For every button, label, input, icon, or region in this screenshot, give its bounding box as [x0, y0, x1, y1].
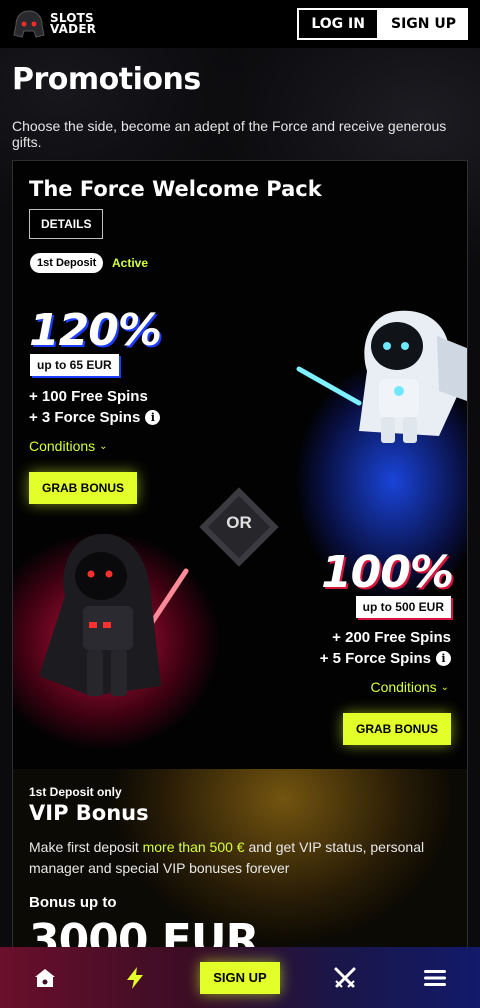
crossed-swords-icon: [334, 967, 356, 988]
nav-home[interactable]: [21, 958, 69, 998]
bottom-nav: SIGN UP: [0, 947, 480, 1008]
deposit-pill: 1st Deposit: [30, 253, 104, 273]
page-title: Promotions: [12, 62, 201, 97]
dark-offer-line-2: + 5 Force Spins: [319, 650, 431, 667]
vip-bonus-label: Bonus up to: [29, 894, 117, 911]
details-button[interactable]: DETAILS: [29, 209, 104, 239]
light-offer-upto: up to 65 EUR: [30, 354, 119, 376]
status-badge: Active: [112, 256, 149, 270]
vip-description: Make first deposit more than 500 € and g…: [29, 837, 449, 879]
light-offer-free-spins: + 100 Free Spins: [29, 388, 148, 405]
nav-signup-button[interactable]: SIGN UP: [200, 961, 280, 994]
login-button[interactable]: LOG IN: [297, 8, 379, 40]
logo-line-2: VADER: [50, 22, 97, 36]
light-offer-line-2: + 3 Force Spins: [29, 409, 141, 426]
dark-knight-illustration: [39, 533, 189, 696]
nav-menu[interactable]: [411, 958, 459, 998]
auth-buttons: LOG IN SIGN UP: [297, 8, 468, 40]
vip-bonus-section: 1st Deposit only VIP Bonus Make first de…: [13, 769, 467, 959]
vip-text-highlight: more than 500 €: [142, 839, 245, 855]
info-icon[interactable]: i: [145, 410, 161, 425]
light-conditions-label: Conditions: [29, 438, 96, 454]
page-subtitle: Choose the side, become an adept of the …: [12, 118, 447, 150]
dark-offer-upto: up to 500 EUR: [355, 596, 451, 618]
dark-conditions-toggle[interactable]: Conditions ⌄: [370, 679, 449, 695]
dark-conditions-label: Conditions: [370, 679, 437, 695]
dark-offer-line-1: + 200 Free Spins: [332, 629, 451, 646]
light-knight-illustration: [296, 310, 467, 443]
nav-games[interactable]: [321, 958, 369, 998]
chevron-down-icon: ⌄: [99, 440, 108, 452]
site-logo[interactable]: SLOTS VADER: [12, 9, 96, 39]
grab-bonus-dark-button[interactable]: GRAB BONUS: [342, 713, 451, 745]
vip-deposit-label: 1st Deposit only: [29, 785, 122, 799]
light-offer-force-spins: + 3 Force Spins i: [29, 409, 161, 426]
top-bar: SLOTS VADER LOG IN SIGN UP: [0, 0, 480, 48]
light-offer-line-1: + 100 Free Spins: [29, 388, 148, 405]
chevron-down-icon: ⌄: [440, 681, 449, 693]
vip-title: VIP Bonus: [29, 801, 149, 825]
dark-offer-free-spins: + 200 Free Spins: [332, 629, 451, 646]
signup-button[interactable]: SIGN UP: [378, 8, 468, 40]
light-conditions-toggle[interactable]: Conditions ⌄: [29, 438, 108, 454]
menu-icon: [424, 969, 447, 986]
vip-text-before: Make first deposit: [29, 839, 143, 855]
home-icon: [34, 968, 55, 987]
info-icon[interactable]: i: [436, 651, 451, 666]
logo-wordmark: SLOTS VADER: [50, 12, 97, 36]
vader-helmet-icon: [13, 10, 45, 38]
welcome-pack-title: The Force Welcome Pack: [29, 177, 322, 201]
nav-promotions[interactable]: [111, 958, 159, 998]
light-offer-percent: 120%: [29, 305, 162, 356]
promotions-page: SLOTS VADER LOG IN SIGN UP Promotions Ch…: [0, 0, 480, 1008]
grab-bonus-light-button[interactable]: GRAB BONUS: [29, 472, 138, 504]
lightning-icon: [126, 966, 143, 989]
welcome-pack-card: The Force Welcome Pack DETAILS 1st Depos…: [12, 160, 468, 960]
dark-offer-percent: 100%: [321, 547, 454, 598]
dark-offer-force-spins: + 5 Force Spins i: [320, 650, 451, 667]
